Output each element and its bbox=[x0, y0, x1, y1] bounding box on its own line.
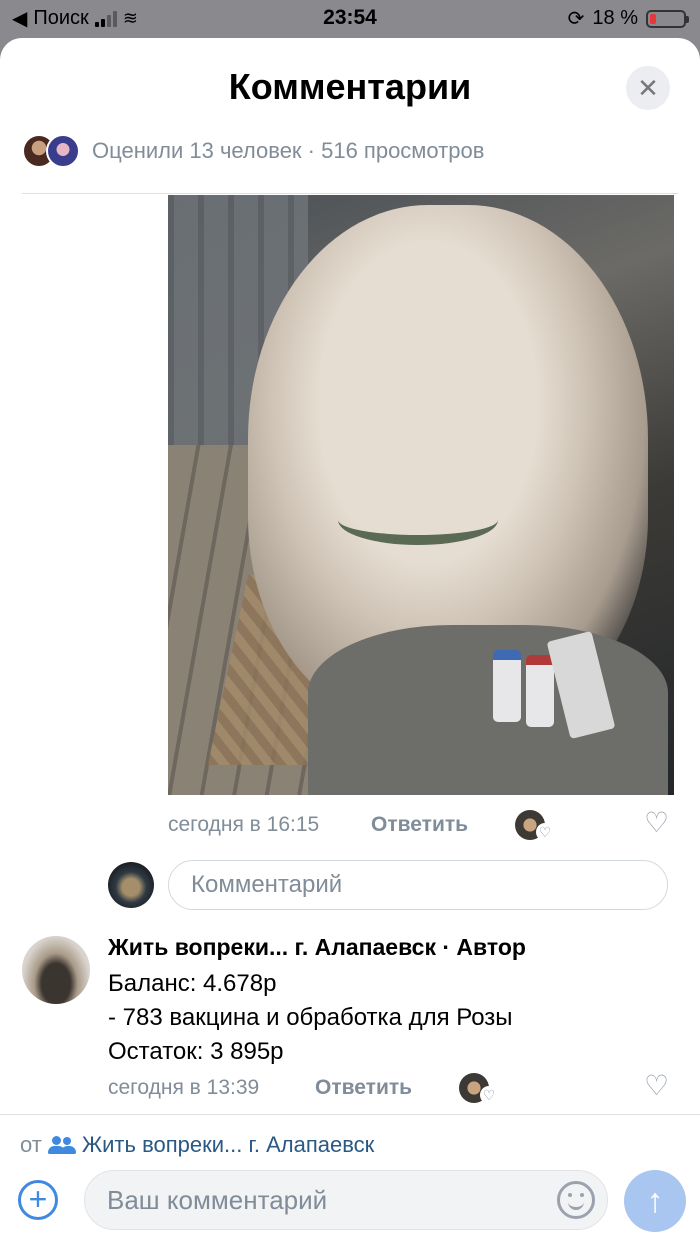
comment-photo[interactable] bbox=[168, 195, 674, 795]
like-heart-icon[interactable]: ♡ bbox=[644, 806, 669, 839]
comment-line: Баланс: 4.678р bbox=[108, 970, 277, 997]
photo-collar bbox=[338, 495, 498, 545]
plus-icon: + bbox=[28, 1181, 48, 1217]
liker-avatar bbox=[46, 134, 80, 168]
likes-views-text: Оценили 13 человек · 516 просмотров bbox=[92, 138, 485, 163]
add-attachment-button[interactable]: + bbox=[18, 1180, 58, 1220]
author-avatar[interactable] bbox=[22, 936, 90, 1004]
battery-icon bbox=[646, 9, 689, 28]
close-button[interactable]: ✕ bbox=[626, 66, 670, 110]
from-group-name[interactable]: Жить вопреки... г. Алапаевск bbox=[82, 1132, 374, 1158]
comment-line: Остаток: 3 895р bbox=[108, 1038, 284, 1065]
group-icon bbox=[47, 1136, 76, 1154]
photo-vial bbox=[526, 655, 554, 727]
rotation-lock-icon: ⟳ bbox=[567, 8, 585, 30]
divider bbox=[0, 1114, 700, 1115]
likes-summary[interactable]: Оценили 13 человек · 516 просмотров bbox=[22, 134, 484, 168]
photo-vial bbox=[493, 650, 521, 722]
status-right: ⟳ 18 % bbox=[567, 6, 689, 31]
divider bbox=[22, 193, 678, 194]
comment-line: - 783 вакцина и обработка для Розы bbox=[108, 1004, 513, 1031]
author-tag: · Автор bbox=[442, 934, 526, 960]
like-heart-icon[interactable]: ♡ bbox=[644, 1069, 669, 1102]
comment-input-placeholder: Ваш комментарий bbox=[107, 1185, 328, 1215]
comment-author-line[interactable]: Жить вопреки... г. Алапаевск · Автор bbox=[108, 934, 526, 961]
heart-badge-icon: ♡ bbox=[536, 823, 554, 841]
emoji-icon[interactable] bbox=[557, 1181, 595, 1219]
my-avatar bbox=[108, 862, 154, 908]
post-as-selector[interactable]: от Жить вопреки... г. Алапаевск bbox=[20, 1132, 374, 1158]
reply-button[interactable]: Ответить bbox=[371, 813, 468, 837]
reply-comment-input[interactable]: Комментарий bbox=[168, 860, 668, 910]
send-button[interactable]: ↑ bbox=[624, 1170, 686, 1232]
page-title: Комментарии bbox=[228, 66, 472, 107]
arrow-up-icon: ↑ bbox=[646, 1182, 664, 1220]
status-bar: ◀ Поиск ≋ 23:54 ⟳ 18 % bbox=[0, 0, 700, 38]
battery-percent: 18 % bbox=[592, 7, 638, 29]
photo-glove bbox=[308, 625, 668, 795]
photo-comment-time: сегодня в 16:15 bbox=[168, 813, 320, 836]
heart-badge-icon: ♡ bbox=[480, 1086, 498, 1104]
reply-button[interactable]: Ответить bbox=[315, 1076, 412, 1100]
comment-author[interactable]: Жить вопреки... г. Алапаевск bbox=[108, 934, 436, 960]
close-icon: ✕ bbox=[637, 72, 659, 103]
from-label: от bbox=[20, 1132, 42, 1157]
comment-input[interactable]: Ваш комментарий bbox=[84, 1170, 608, 1230]
comments-sheet: Комментарии ✕ Оценили 13 человек · 516 п… bbox=[0, 38, 700, 1245]
comment-time: сегодня в 13:39 bbox=[108, 1076, 260, 1099]
